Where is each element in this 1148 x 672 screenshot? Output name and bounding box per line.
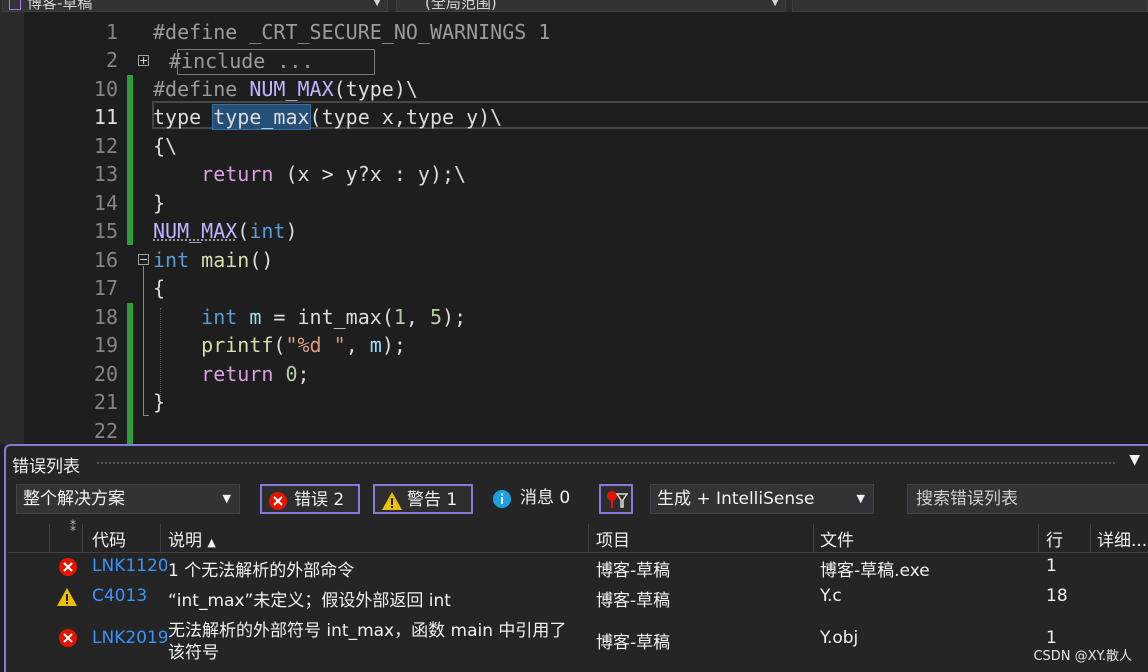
line-number: 15 [93, 219, 118, 243]
change-marker [127, 303, 133, 444]
error-description-line2: 该符号 [168, 643, 219, 663]
warning-icon [57, 588, 77, 606]
table-row[interactable]: LNK2019 无法解析的外部符号 int_max，函数 main 中引用了 该… [8, 616, 1148, 664]
code-line: { [153, 276, 166, 300]
error-line: 1 [1046, 556, 1057, 576]
line-number: 20 [93, 362, 118, 386]
navigation-bar: 博客-草稿 ▼ (全局范围) ▼ [0, 0, 1148, 12]
line-number: 1 [105, 20, 118, 44]
code-line: return (x > y?x : y);\ [201, 162, 467, 186]
selected-text: type_max [212, 104, 311, 130]
column-project[interactable]: 项目 [596, 526, 630, 551]
line-number: 14 [93, 191, 118, 215]
change-marker [127, 75, 133, 245]
error-file: Y.obj [820, 628, 859, 648]
error-icon [59, 629, 77, 647]
error-icon [59, 558, 77, 576]
code-line: int m = int_max(1, 5); [201, 305, 467, 329]
line-number: 13 [93, 162, 118, 186]
errors-filter-button[interactable]: 错误 2 [260, 484, 360, 514]
line-number: 2 [105, 48, 118, 72]
error-project: 博客-草稿 [596, 561, 671, 581]
solution-scope-dropdown[interactable]: 整个解决方案 ▼ [16, 484, 240, 514]
file-scope-dropdown[interactable]: 博客-草稿 ▼ [2, 0, 388, 12]
collapsed-include-text: #include ... [169, 49, 314, 73]
error-code-link[interactable]: LNK2019 [92, 628, 167, 648]
line-number: 16 [93, 248, 118, 272]
chevron-down-icon[interactable]: ▼ [1129, 452, 1140, 468]
code-line: printf("%d ", m); [201, 333, 406, 357]
line-number: 17 [93, 276, 118, 300]
code-line: } [153, 191, 166, 215]
code-line: NUM_MAX(int) [153, 219, 298, 243]
code-line: type type_max(type x,type y)\ [153, 104, 503, 130]
line-number: 12 [93, 134, 118, 158]
error-description: “int_max”未定义；假设外部返回 int [168, 591, 451, 611]
error-code-link[interactable]: C4013 [92, 586, 167, 606]
error-description: 1 个无法解析的外部命令 [168, 561, 355, 581]
code-line: return 0; [201, 362, 310, 386]
line-number-current: 11 [93, 105, 118, 129]
code-line: {\ [153, 134, 178, 158]
panel-title: 错误列表 [12, 457, 80, 477]
warning-icon [382, 492, 402, 510]
column-file[interactable]: 文件 [820, 526, 854, 551]
line-number: 22 [93, 419, 118, 443]
build-intellisense-dropdown[interactable]: 生成 + IntelliSense ▼ [650, 484, 874, 514]
fold-guide [143, 266, 144, 416]
expand-icon[interactable]: + [138, 55, 149, 66]
file-icon [9, 0, 21, 10]
chevron-down-icon: ▼ [856, 492, 865, 505]
error-table-header: ⁑ 代码 说明 ▲ 项目 文件 行 详细... [8, 520, 1148, 553]
indicator-margin [0, 12, 24, 444]
info-icon [493, 490, 511, 508]
sort-indicator-icon[interactable]: ⁑ [70, 520, 76, 534]
code-line: int main() [153, 248, 274, 272]
chevron-down-icon: ▼ [222, 492, 231, 505]
global-scope-dropdown[interactable]: (全局范围) ▼ [396, 0, 786, 12]
code-editor[interactable]: 1 2 10 11 12 13 14 15 16 17 18 19 20 21 … [24, 12, 1148, 444]
column-details[interactable]: 详细... [1097, 526, 1147, 551]
filter-toggle-button[interactable] [599, 484, 633, 514]
error-file: 博客-草稿.exe [820, 561, 930, 581]
code-line: #define NUM_MAX(type)\ [153, 77, 418, 101]
messages-filter-button[interactable]: 消息 0 [486, 484, 586, 514]
warnings-filter-button[interactable]: 警告 1 [373, 484, 473, 514]
member-dropdown[interactable] [792, 0, 1148, 12]
panel-drag-handle[interactable] [96, 461, 1116, 466]
table-row[interactable]: C4013 “int_max”未定义；假设外部返回 int 博客-草稿 Y.c … [8, 586, 1148, 616]
error-file: Y.c [820, 586, 842, 606]
code-line: } [153, 390, 166, 414]
chevron-down-icon: ▼ [373, 0, 381, 8]
column-code[interactable]: 代码 [92, 526, 126, 551]
error-list-panel: 错误列表 ▼ 整个解决方案 ▼ 错误 2 警告 1 消息 0 生成 + Inte… [4, 444, 1148, 672]
filter-icon [607, 491, 629, 508]
fold-guide-end [143, 415, 149, 416]
code-line: #define _CRT_SECURE_NO_WARNINGS 1 [153, 20, 551, 44]
error-line: 18 [1046, 586, 1068, 606]
error-code-link[interactable]: LNK1120 [92, 556, 167, 576]
column-description[interactable]: 说明 ▲ [168, 526, 216, 551]
error-icon [269, 492, 287, 510]
error-project: 博客-草稿 [596, 591, 671, 611]
line-number: 19 [93, 333, 118, 357]
collapse-icon[interactable]: − [138, 254, 149, 265]
column-line[interactable]: 行 [1046, 526, 1063, 551]
line-number: 21 [93, 390, 118, 414]
sort-ascending-icon: ▲ [207, 536, 216, 549]
line-number: 18 [93, 305, 118, 329]
chevron-down-icon: ▼ [771, 0, 779, 8]
watermark: CSDN @XY.散人 [1033, 649, 1132, 664]
error-project: 博客-草稿 [596, 633, 671, 653]
line-number: 10 [93, 77, 118, 101]
search-error-list-input[interactable]: 搜索错误列表 [907, 484, 1148, 514]
table-row[interactable]: LNK1120 1 个无法解析的外部命令 博客-草稿 博客-草稿.exe 1 [8, 556, 1148, 586]
